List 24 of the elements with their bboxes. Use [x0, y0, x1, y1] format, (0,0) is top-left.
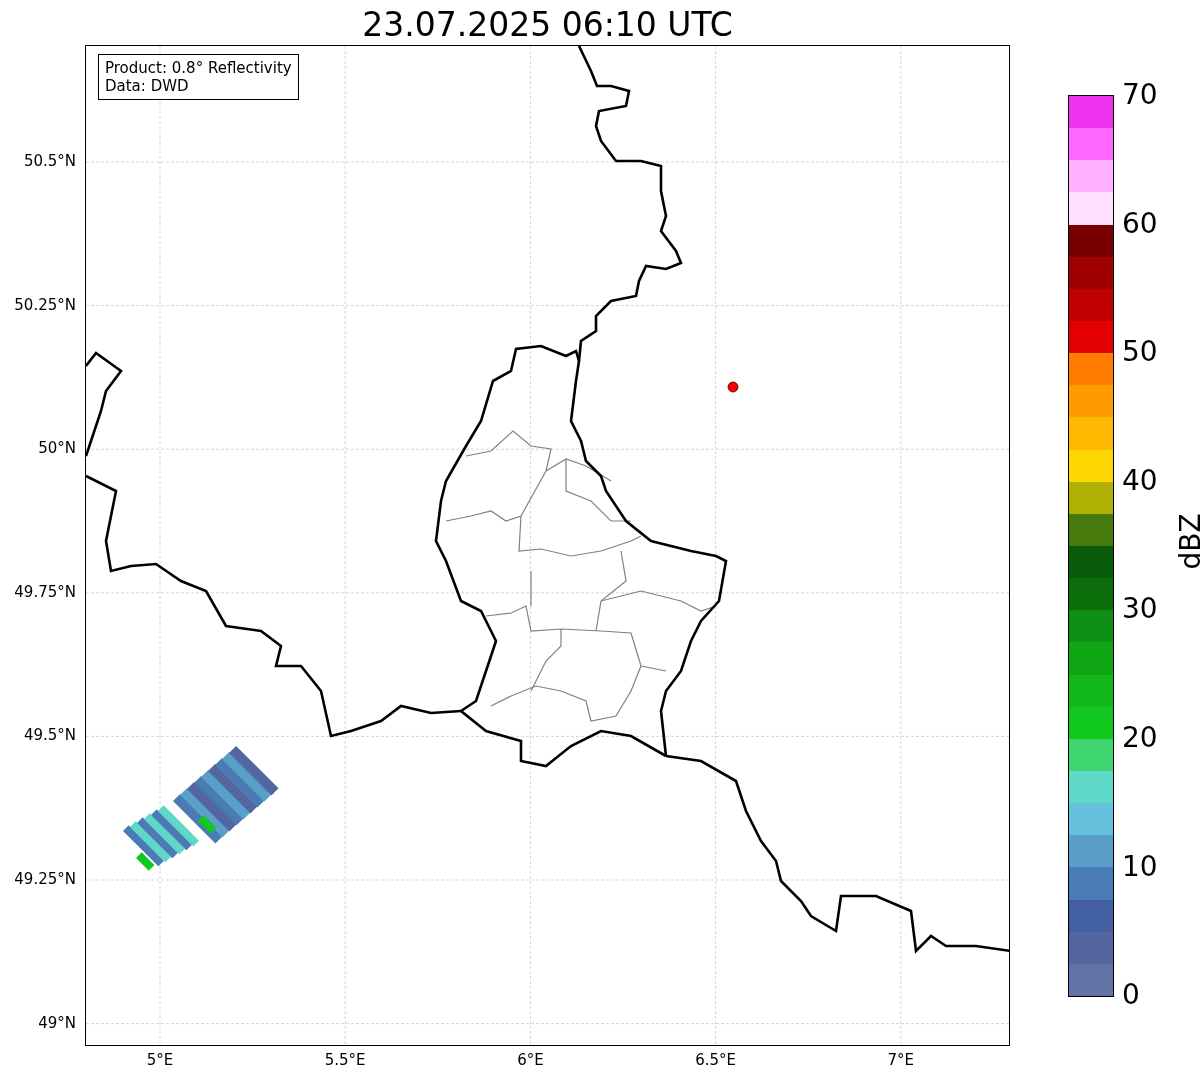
axis-tick-label: 49.75°N: [14, 582, 76, 601]
axis-tick-label: 49.25°N: [14, 870, 76, 888]
axis-tick-label: 7°E: [886, 1051, 916, 1069]
axis-tick-label: 49.5°N: [23, 726, 76, 745]
scale-tick-label: 0: [1122, 978, 1140, 1013]
axis-tick-label: 5°E: [145, 1051, 175, 1069]
info-text: Product: 0.8° Reflectivity: [105, 59, 292, 77]
scale-tick-label: 70: [1122, 78, 1158, 112]
scale-tick-label: 40: [1122, 463, 1158, 498]
axis-tick-label: 50.5°N: [23, 152, 76, 170]
scale-tick-label: 20: [1122, 721, 1158, 755]
axis-tick-label: 6°E: [516, 1051, 545, 1069]
scale-tick-label: 30: [1122, 592, 1158, 627]
scale-tick-label: 60: [1122, 206, 1158, 241]
scale-tick-label: 50: [1122, 335, 1158, 370]
axis-tick-label: 5.5°E: [323, 1051, 367, 1069]
axis-tick-label: 49°N: [38, 1013, 76, 1032]
axis-tick-label: 50°N: [38, 439, 76, 458]
info-text: Data: DWD: [105, 77, 190, 95]
axis-tick-label: 50.25°N: [14, 295, 76, 314]
axis-tick-label: 6.5°E: [694, 1051, 737, 1069]
scale-label: dBZ: [1173, 513, 1202, 570]
chart-title: 23.07.2025 06:10 UTC: [361, 4, 734, 45]
scale-tick-label: 10: [1122, 849, 1158, 884]
